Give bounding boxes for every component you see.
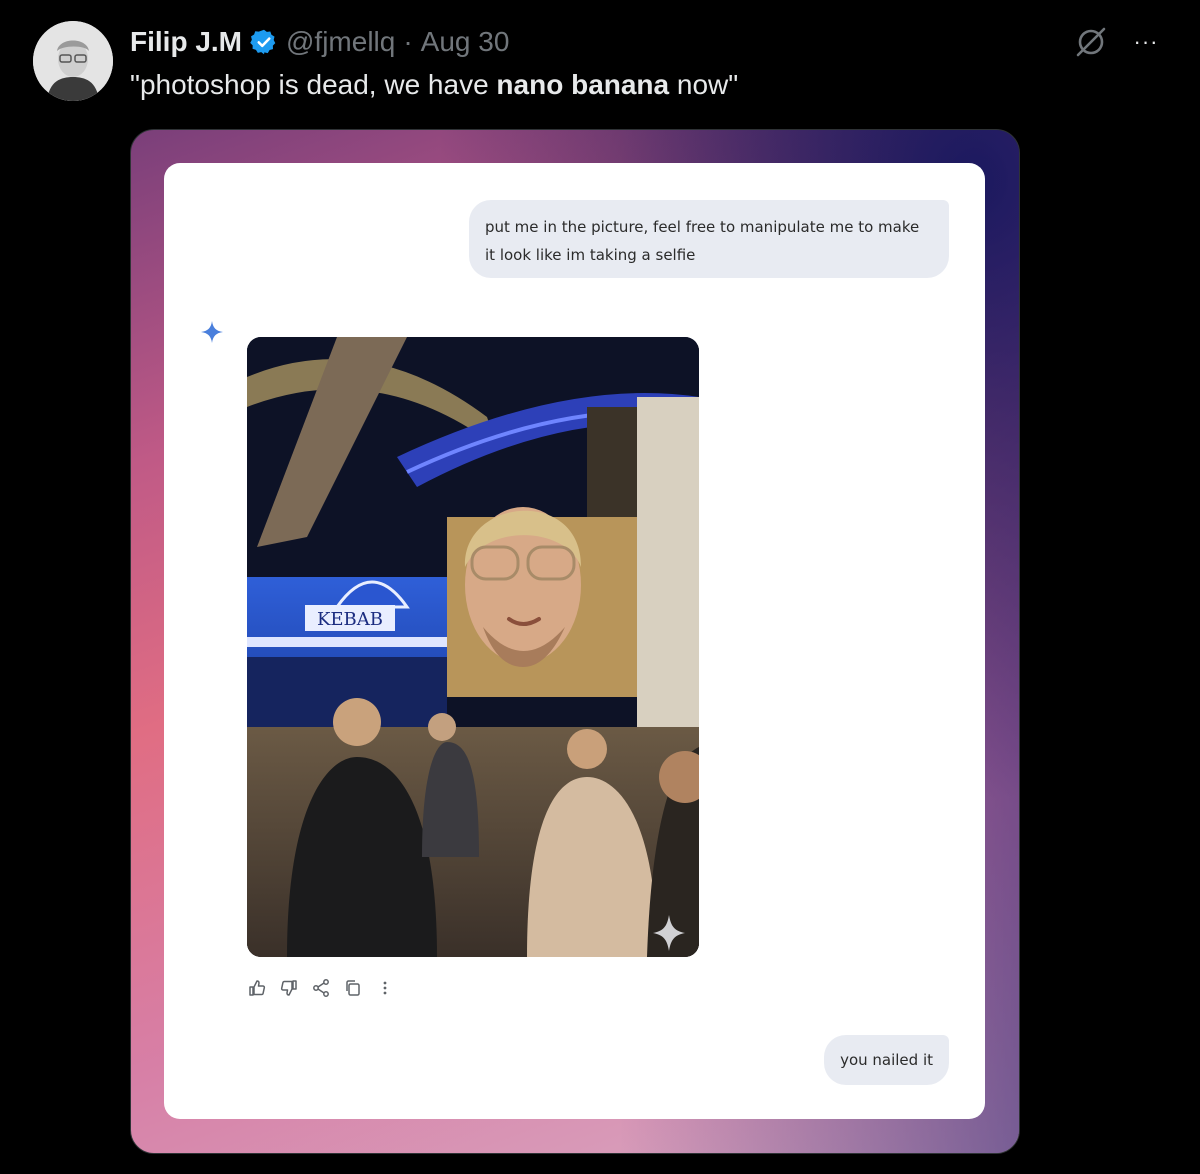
handle[interactable]: @fjmellq xyxy=(286,26,395,58)
avatar-photo xyxy=(33,21,113,101)
tweet-header: Filip J.M @fjmellq · Aug 30 xyxy=(130,24,509,60)
tweet-text-prefix: "photoshop is dead, we have xyxy=(130,69,497,100)
user-message-bubble: put me in the picture, feel free to mani… xyxy=(469,200,949,278)
more-icon[interactable]: ··· xyxy=(1128,26,1164,58)
tweet-date[interactable]: Aug 30 xyxy=(421,26,510,58)
copy-icon[interactable] xyxy=(343,978,363,998)
tweet-text-bold: nano banana xyxy=(496,69,670,100)
gemini-spark-icon xyxy=(201,321,223,343)
generated-selfie-image[interactable]: KEBAB xyxy=(247,337,699,957)
avatar[interactable] xyxy=(33,21,113,101)
tweet-media[interactable]: put me in the picture, feel free to mani… xyxy=(130,129,1020,1154)
selfie-scene: KEBAB xyxy=(247,337,699,957)
tweet-text-suffix: now" xyxy=(669,69,739,100)
thumbs-up-icon[interactable] xyxy=(247,978,267,998)
thumbs-down-icon[interactable] xyxy=(279,978,299,998)
display-name[interactable]: Filip J.M xyxy=(130,26,242,58)
grok-icon[interactable] xyxy=(1073,24,1109,60)
tweet-text: "photoshop is dead, we have nano banana … xyxy=(130,66,738,104)
chat-screenshot: put me in the picture, feel free to mani… xyxy=(164,163,985,1119)
kebab-sign-text: KEBAB xyxy=(317,609,383,630)
verified-badge-icon xyxy=(250,29,276,55)
separator: · xyxy=(403,26,413,57)
user-message-bubble-2: you nailed it xyxy=(824,1035,949,1085)
response-actions xyxy=(247,978,395,998)
share-icon[interactable] xyxy=(311,978,331,998)
more-vertical-icon[interactable] xyxy=(375,978,395,998)
